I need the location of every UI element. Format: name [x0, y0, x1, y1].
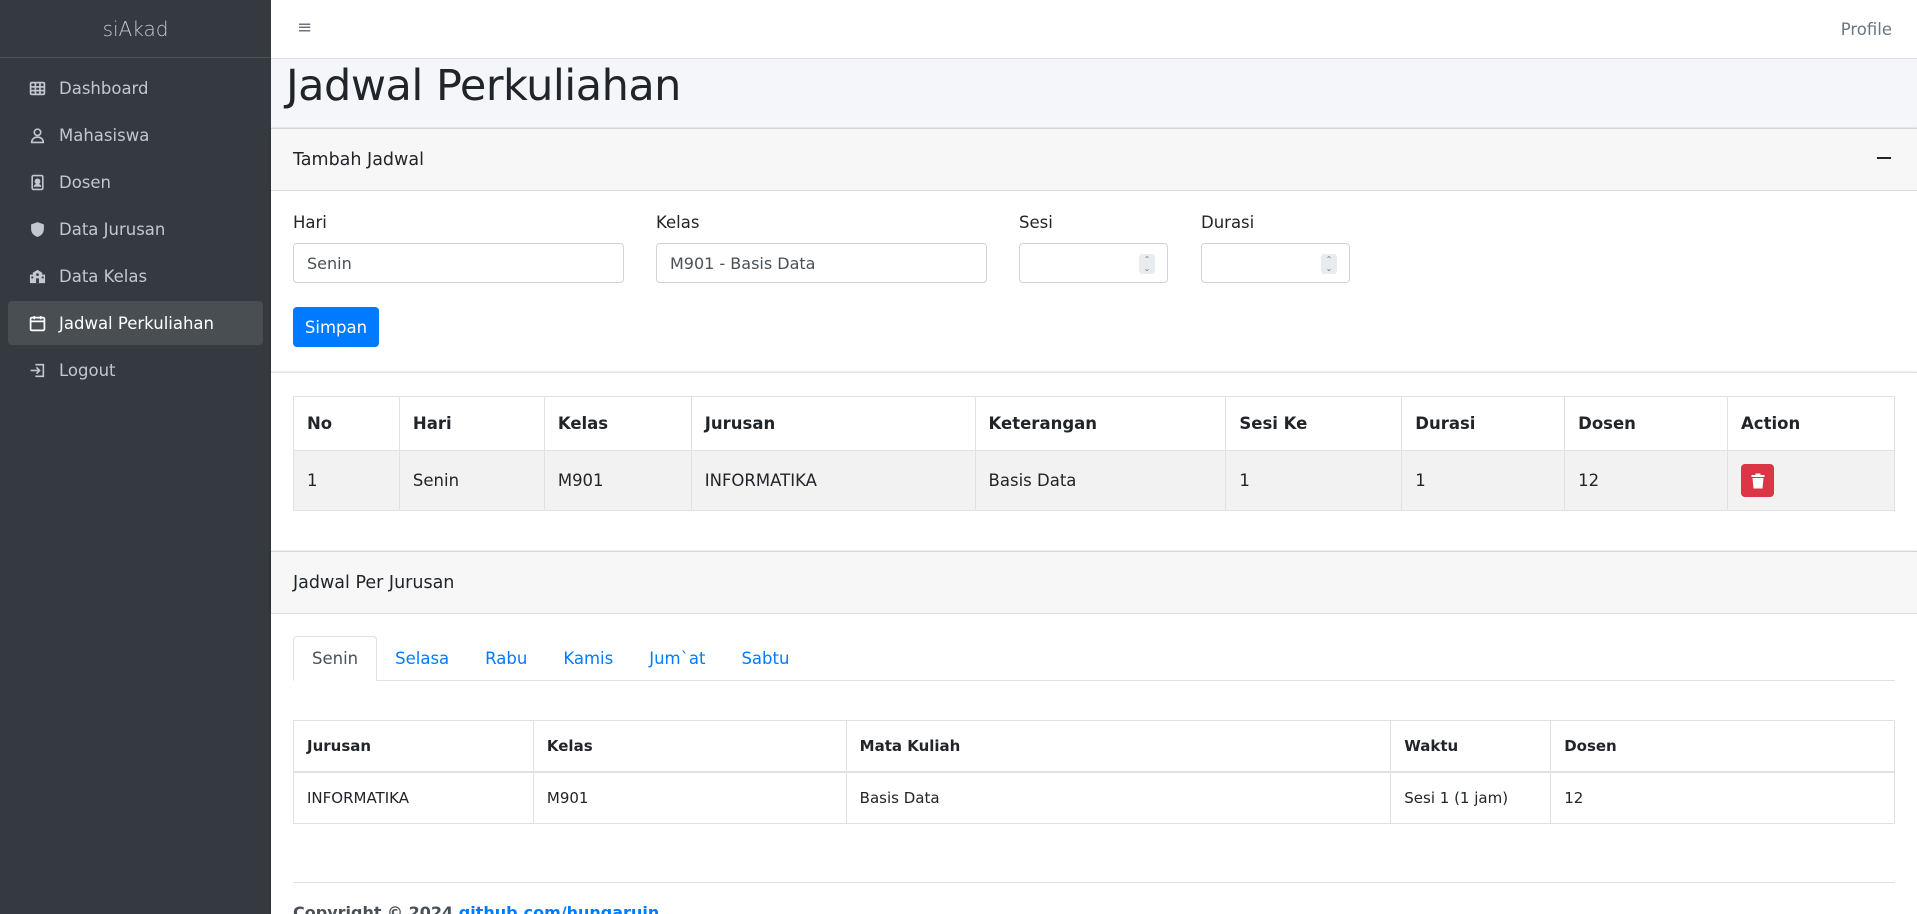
sidebar-item-label: Dashboard	[59, 78, 149, 98]
sidebar-item-data-jurusan[interactable]: Data Jurusan	[8, 207, 263, 251]
hari-label: Hari	[293, 213, 327, 232]
cell-keterangan: Basis Data	[974, 450, 1227, 511]
sidebar-item-label: Logout	[59, 360, 116, 380]
cell-hari: Senin	[398, 450, 545, 511]
collapse-icon[interactable]	[1875, 149, 1893, 167]
day-tabs: Senin Selasa Rabu Kamis Jum`at Sabtu	[293, 636, 1895, 681]
cell-mata-kuliah: Basis Data	[845, 771, 1392, 824]
schedule-per-jurusan-card: Jadwal Per Jurusan Senin Selasa Rabu Kam…	[271, 551, 1917, 914]
tab-senin[interactable]: Senin	[293, 636, 378, 681]
cell-kelas: M901	[543, 450, 692, 511]
cell-no: 1	[293, 450, 400, 511]
kelas-select[interactable]: M901 - Basis Data	[656, 243, 987, 283]
durasi-input[interactable]: ⌃ ⌄	[1201, 243, 1350, 283]
cell-kelas: M901	[532, 771, 847, 824]
column-header: Keterangan	[974, 396, 1227, 451]
column-header: Jurusan	[293, 720, 534, 773]
column-header: Durasi	[1401, 396, 1566, 451]
add-schedule-card: Tambah Jadwal Hari Senin Kelas M901 - Ba…	[271, 128, 1917, 372]
sidebar-item-label: Data Kelas	[59, 266, 148, 286]
schedule-table-header-row: No Hari Kelas Jurusan Keterangan Sesi Ke…	[293, 396, 1895, 451]
save-button[interactable]: Simpan	[293, 307, 379, 347]
logout-icon	[28, 361, 46, 379]
durasi-field-group: Durasi ⌃ ⌄	[1201, 213, 1350, 283]
column-header: Hari	[398, 396, 545, 451]
table-grid-icon	[28, 79, 46, 97]
hari-select[interactable]: Senin	[293, 243, 624, 283]
jurusan-table-header-row: Jurusan Kelas Mata Kuliah Waktu Dosen	[293, 720, 1895, 773]
table-row: 1 Senin M901 INFORMATIKA Basis Data 1 1 …	[293, 450, 1895, 511]
sidebar-item-logout[interactable]: Logout	[8, 348, 263, 392]
tab-rabu[interactable]: Rabu	[467, 636, 545, 681]
sidebar-item-dashboard[interactable]: Dashboard	[8, 66, 263, 110]
footer: Copyright © 2024 github.com/hungaruin	[293, 882, 1895, 914]
sidebar-item-label: Mahasiswa	[59, 125, 150, 145]
cell-dosen: 12	[1550, 771, 1895, 824]
cell-jurusan: INFORMATIKA	[293, 771, 534, 824]
sidebar-item-data-kelas[interactable]: Data Kelas	[8, 254, 263, 298]
tab-selasa[interactable]: Selasa	[377, 636, 467, 681]
top-navbar: ≡ Profile	[271, 0, 1917, 59]
column-header: Mata Kuliah	[845, 720, 1392, 773]
sesi-input[interactable]: ⌃ ⌄	[1019, 243, 1168, 283]
sesi-label: Sesi	[1019, 213, 1053, 232]
tab-jumat[interactable]: Jum`at	[631, 636, 723, 681]
page-title: Jadwal Perkuliahan	[286, 61, 681, 111]
column-header: Dosen	[1550, 720, 1895, 773]
card-title: Jadwal Per Jurusan	[293, 572, 455, 593]
sidebar-item-mahasiswa[interactable]: Mahasiswa	[8, 113, 263, 157]
sesi-stepper-icon[interactable]: ⌃ ⌄	[1139, 254, 1155, 274]
cell-waktu: Sesi 1 (1 jam)	[1390, 771, 1552, 824]
footer-github-link[interactable]: github.com/hungaruin	[459, 903, 659, 914]
jurusan-card-header: Jadwal Per Jurusan	[271, 552, 1917, 614]
table-row: INFORMATIKA M901 Basis Data Sesi 1 (1 ja…	[293, 771, 1895, 824]
main-content: Jadwal Perkuliahan Tambah Jadwal Hari Se…	[271, 59, 1917, 914]
sidebar-item-jadwal-perkuliahan[interactable]: Jadwal Perkuliahan	[8, 301, 263, 345]
kelas-field-group: Kelas M901 - Basis Data	[656, 213, 987, 283]
sidebar-item-label: Dosen	[59, 172, 112, 192]
sidebar-nav: Dashboard Mahasiswa Dosen Data Jurusan D…	[0, 58, 271, 403]
durasi-label: Durasi	[1201, 213, 1255, 232]
footer-copyright: Copyright © 2024	[293, 903, 459, 914]
column-header: No	[293, 396, 400, 451]
column-header: Action	[1727, 396, 1895, 451]
cell-action	[1727, 450, 1895, 511]
column-header: Kelas	[532, 720, 847, 773]
cell-sesi: 1	[1225, 450, 1403, 511]
column-header: Jurusan	[690, 396, 976, 451]
hari-field-group: Hari Senin	[293, 213, 624, 283]
calendar-icon	[28, 314, 46, 332]
delete-button[interactable]	[1741, 464, 1775, 497]
user-icon	[28, 126, 46, 144]
profile-link[interactable]: Profile	[1841, 20, 1892, 39]
column-header: Sesi Ke	[1225, 396, 1403, 451]
cell-durasi: 1	[1401, 450, 1566, 511]
add-schedule-card-header: Tambah Jadwal	[271, 129, 1917, 191]
kelas-label: Kelas	[656, 213, 700, 232]
card-title: Tambah Jadwal	[293, 149, 424, 170]
jurusan-schedule-table: Jurusan Kelas Mata Kuliah Waktu Dosen IN…	[293, 720, 1895, 824]
trash-icon	[1751, 473, 1765, 488]
tab-kamis[interactable]: Kamis	[545, 636, 631, 681]
tab-sabtu[interactable]: Sabtu	[723, 636, 807, 681]
sesi-field-group: Sesi ⌃ ⌄	[1019, 213, 1168, 283]
durasi-stepper-icon[interactable]: ⌃ ⌄	[1321, 254, 1337, 274]
sidebar-item-dosen[interactable]: Dosen	[8, 160, 263, 204]
sidebar-item-label: Data Jurusan	[59, 219, 166, 239]
school-icon	[28, 267, 46, 285]
column-header: Dosen	[1564, 396, 1729, 451]
column-header: Kelas	[543, 396, 692, 451]
schedule-table: No Hari Kelas Jurusan Keterangan Sesi Ke…	[293, 396, 1895, 511]
shield-icon	[28, 220, 46, 238]
sidebar: siAkad Dashboard Mahasiswa Dosen Data Ju…	[0, 0, 271, 914]
sidebar-item-label: Jadwal Perkuliahan	[59, 313, 214, 333]
cell-jurusan: INFORMATIKA	[690, 450, 976, 511]
brand-logo[interactable]: siAkad	[0, 0, 271, 58]
menu-toggle-icon[interactable]: ≡	[297, 17, 312, 38]
column-header: Waktu	[1390, 720, 1552, 773]
id-badge-icon	[28, 173, 46, 191]
cell-dosen: 12	[1564, 450, 1729, 511]
